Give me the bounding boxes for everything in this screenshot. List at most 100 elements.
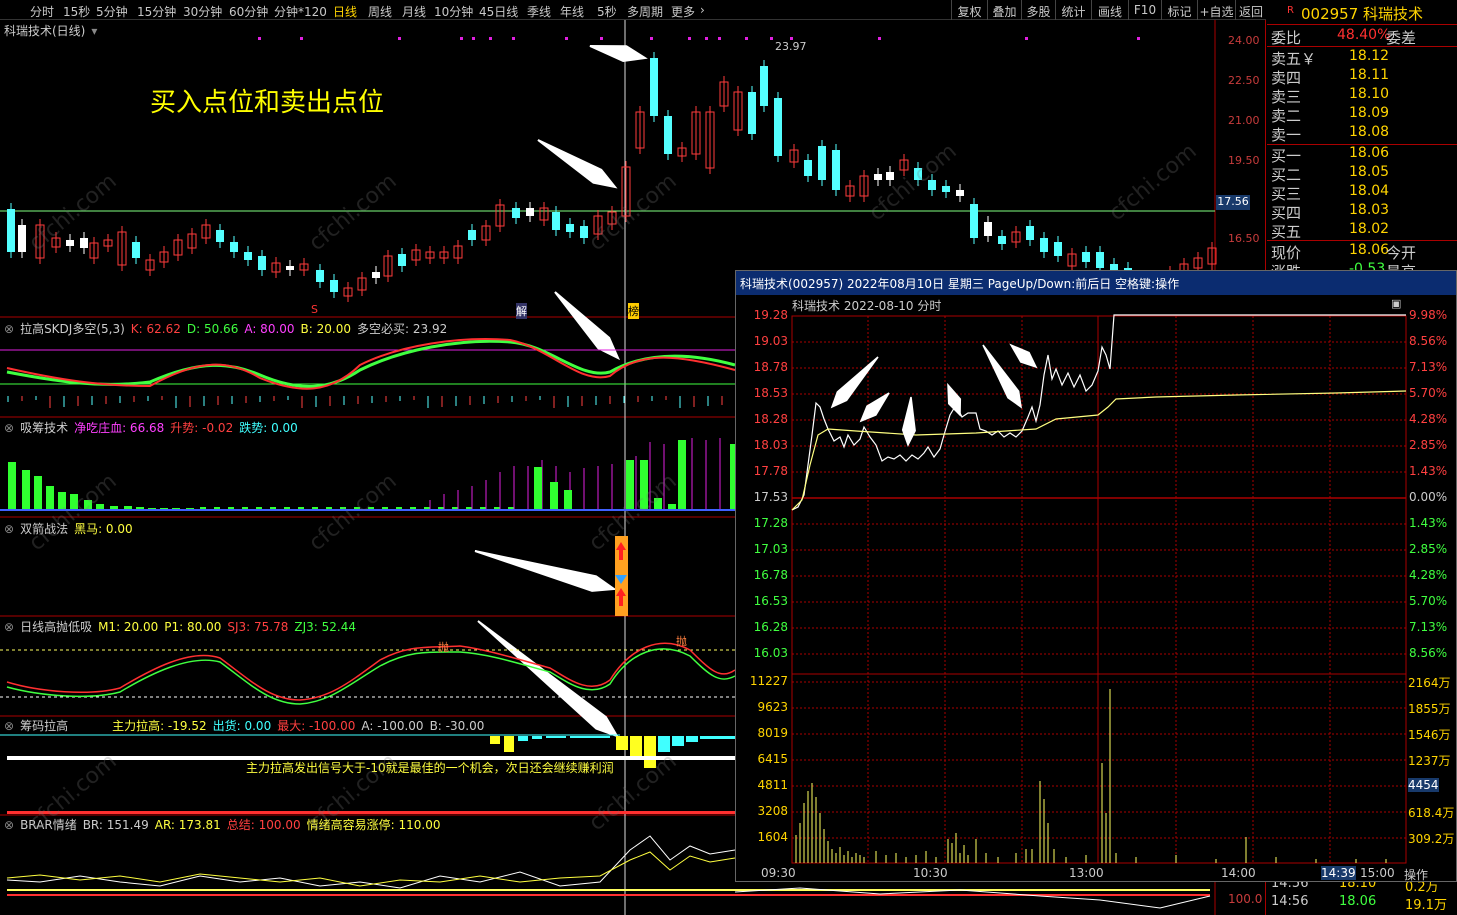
xianjia-value: 18.06 (1349, 242, 1390, 258)
chouma-bar (532, 736, 542, 739)
signal-jie-marker: 解 (516, 303, 527, 319)
candle-body (286, 266, 294, 270)
period-tab[interactable]: 15分钟 (137, 3, 176, 20)
buy-level-row: 买五 18.02 (1269, 221, 1455, 241)
candle-body (552, 212, 560, 230)
toolbar-button[interactable]: 叠加 (987, 0, 1021, 20)
toolbar-button[interactable]: 返回 (1235, 0, 1266, 20)
period-tab[interactable]: 5分钟 (96, 3, 128, 20)
toolbar-button[interactable]: F10 (1128, 0, 1161, 20)
arrow-icon (830, 356, 879, 409)
popup-pct-tick: 7.13% (1409, 620, 1448, 634)
popup-op-button[interactable]: 操作 (1404, 866, 1428, 883)
period-tab[interactable]: 年线 (560, 3, 584, 20)
chouma-a: A: -100.00 (361, 719, 424, 733)
candle-body (874, 174, 882, 180)
toolbar-button[interactable]: +自选 (1197, 0, 1235, 20)
current-price-tag: 17.56 (1216, 195, 1250, 210)
candle-body (1026, 226, 1034, 240)
arrow-icon (1009, 343, 1038, 369)
signal-dot (565, 37, 568, 40)
gaopao-sj3: SJ3: 75.78 (227, 620, 289, 634)
signal-dot (489, 37, 492, 40)
popup-price-tick: 18.28 (753, 412, 788, 426)
candle-body (330, 280, 338, 292)
popup-volume-tick-right: 309.2万 (1408, 832, 1455, 846)
panel-icon[interactable]: ⊗ (4, 421, 14, 435)
period-tab[interactable]: 分钟*120 (274, 3, 327, 20)
sell-level-price: 18.09 (1349, 105, 1390, 121)
stock-name-label: 科瑞技术(日线) (4, 24, 86, 38)
period-tab[interactable]: 分时 (30, 3, 54, 20)
xichou-bar (8, 462, 16, 510)
candle-body (526, 208, 534, 216)
annotation-text: 买入点位和卖出点位 (150, 88, 385, 118)
skdj-a: A: 80.00 (244, 322, 295, 336)
dropdown-icon[interactable]: ▾ (91, 24, 97, 38)
brar-axis-value: 100.0 (1228, 892, 1263, 906)
popup-time-tick: 14:39 (1321, 866, 1356, 880)
chouma-bar (686, 736, 698, 742)
period-tab[interactable]: 周线 (368, 3, 392, 20)
panel-icon[interactable]: ⊗ (4, 719, 14, 733)
signal-dot (770, 37, 773, 40)
signal-dot (512, 37, 515, 40)
chouma-bar (490, 736, 500, 744)
period-tab[interactable]: 季线 (527, 3, 551, 20)
candle-body (216, 230, 224, 242)
signal-dot (718, 37, 721, 40)
xichou-bar (22, 470, 30, 510)
period-tab[interactable]: 10分钟 (434, 3, 473, 20)
toolbar-button[interactable]: 标记 (1161, 0, 1197, 20)
signal-dot (688, 37, 691, 40)
period-tab[interactable]: 更多 (671, 3, 695, 20)
popup-price-tick: 17.53 (753, 490, 788, 504)
price-tick: 19.50 (1228, 154, 1260, 167)
xichou-title: ⊗ 吸筹技术 净吃庄血: 66.68 升势: -0.02 跌势: 0.00 (4, 419, 304, 436)
arrow-icon (859, 392, 890, 423)
chouma-b: B: -30.00 (429, 719, 485, 733)
candle-body (650, 58, 658, 116)
panel-icon[interactable]: ⊗ (4, 620, 14, 634)
panel-icon[interactable]: ⊗ (4, 522, 14, 536)
panel-icon[interactable]: ⊗ (4, 818, 14, 832)
xichou-bar (46, 486, 54, 510)
candle-body (244, 252, 252, 260)
signal-dot (600, 37, 603, 40)
period-tab[interactable]: 45日线 (479, 3, 518, 20)
toolbar-button[interactable]: 统计 (1055, 0, 1091, 20)
popup-price-tick: 18.78 (753, 360, 788, 374)
arrow-icon (589, 45, 648, 62)
period-tab[interactable]: 60分钟 (229, 3, 268, 20)
popup-pct-tick: 2.85% (1409, 542, 1448, 556)
period-tab[interactable]: 5秒 (597, 3, 617, 20)
chevron-right-icon[interactable]: › (700, 3, 705, 17)
popup-volume-tick-right: 1546万 (1408, 728, 1451, 742)
quote-header: R 002957 科瑞技术 (1267, 0, 1457, 25)
candle-body (942, 186, 950, 192)
popup-titlebar[interactable]: 科瑞技术(002957) 2022年08月10日 星期三 PageUp/Down… (736, 271, 1456, 295)
price-line (791, 314, 1406, 511)
toolbar-button[interactable]: 复权 (951, 0, 987, 20)
buy-level-price: 18.04 (1349, 183, 1390, 199)
period-tab[interactable]: 月线 (402, 3, 426, 20)
intraday-popup[interactable]: 科瑞技术(002957) 2022年08月10日 星期三 PageUp/Down… (735, 270, 1457, 882)
gaopao-name: 日线高抛低吸 (20, 620, 93, 634)
period-tab[interactable]: 多周期 (627, 3, 663, 20)
toolbar-button[interactable]: 画线 (1091, 0, 1128, 20)
weibi-row: 委比 48.40% 委差 (1269, 27, 1455, 47)
divider (1267, 240, 1457, 241)
panel-icon[interactable]: ⊗ (4, 322, 14, 336)
xichou-sj: 升势: -0.02 (170, 421, 234, 435)
buy-level-price: 18.03 (1349, 202, 1390, 218)
popup-window-icon[interactable]: ▣ (1391, 297, 1401, 310)
intraday-chart[interactable] (736, 295, 1456, 881)
candle-body (1082, 252, 1090, 262)
xichou-bar (550, 482, 558, 510)
xianjia-row: 现价 18.06 今开 (1269, 242, 1455, 262)
chouma-title: ⊗ 筹码拉高 主力拉高: -19.52 出货: 0.00 最大: -100.00 A: -… (4, 717, 490, 734)
period-tab[interactable]: 日线 (333, 3, 357, 20)
toolbar-button[interactable]: 多股 (1021, 0, 1055, 20)
period-tab[interactable]: 15秒 (63, 3, 90, 20)
period-tab[interactable]: 30分钟 (183, 3, 222, 20)
